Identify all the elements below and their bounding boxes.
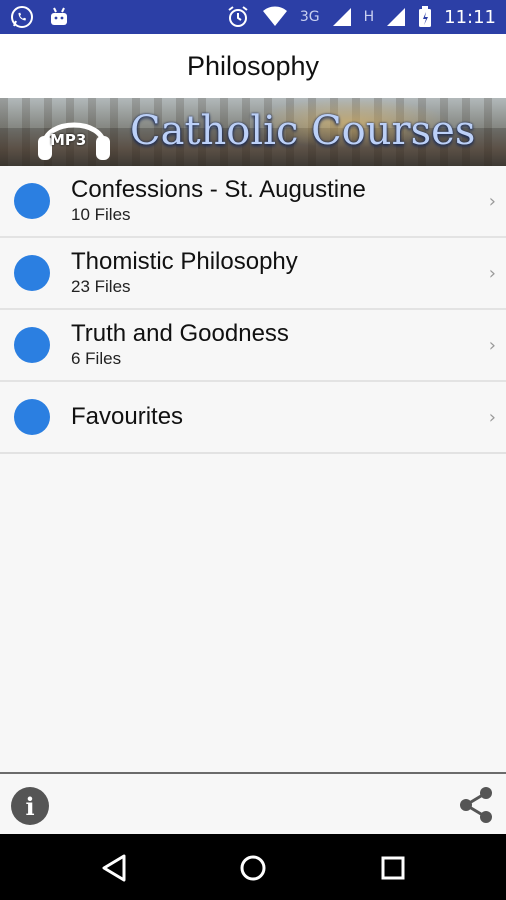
alarm-icon — [228, 6, 248, 27]
info-icon: i — [25, 791, 35, 821]
page-title: Philosophy — [186, 50, 320, 81]
banner-title: Catholic Courses — [130, 108, 476, 154]
back-icon[interactable] — [96, 850, 132, 886]
list-item-favourites[interactable]: Favourites › — [0, 382, 506, 454]
course-dot-icon — [14, 327, 50, 363]
app-header: Philosophy — [0, 34, 506, 98]
list-item-subtitle: 10 Files — [71, 205, 131, 224]
list-item-text: Thomistic Philosophy 23 Files — [71, 248, 298, 298]
system-nav-bar — [0, 834, 506, 900]
info-button[interactable]: i — [11, 787, 49, 825]
list-item-thomistic[interactable]: Thomistic Philosophy 23 Files › — [0, 238, 506, 310]
list-item-text: Confessions - St. Augustine 10 Files — [71, 176, 366, 226]
chevron-right-icon: › — [488, 334, 496, 356]
battery-icon — [419, 6, 432, 27]
list-item-title: Confessions - St. Augustine — [71, 176, 366, 203]
course-dot-icon — [14, 183, 50, 219]
home-icon[interactable] — [235, 850, 271, 886]
catholic-courses-banner: MP3 Catholic Courses — [0, 98, 506, 166]
recents-icon[interactable] — [375, 850, 411, 886]
mp3-badge: MP3 — [50, 131, 87, 149]
whatsapp-icon — [11, 6, 33, 28]
network-h-label: H — [363, 9, 375, 25]
android-icon — [51, 7, 67, 25]
list-item-subtitle: 23 Files — [71, 277, 131, 296]
chevron-right-icon: › — [488, 190, 496, 212]
course-list: Confessions - St. Augustine 10 Files › T… — [0, 166, 506, 772]
list-item-confessions[interactable]: Confessions - St. Augustine 10 Files › — [0, 166, 506, 238]
list-item-title: Favourites — [71, 403, 184, 430]
status-time: 11:11 — [444, 6, 496, 28]
chevron-right-icon: › — [488, 262, 496, 284]
signal-icon — [332, 8, 351, 26]
wifi-icon — [262, 6, 287, 26]
chevron-right-icon: › — [488, 406, 496, 428]
list-item-title: Truth and Goodness — [71, 320, 289, 347]
course-dot-icon — [14, 399, 50, 435]
list-item-subtitle: 6 Files — [71, 349, 122, 368]
list-item-title: Thomistic Philosophy — [71, 248, 298, 275]
network-3g-label: 3G — [299, 9, 320, 25]
share-icon[interactable] — [457, 785, 495, 825]
course-dot-icon — [14, 255, 50, 291]
list-item-text: Truth and Goodness 6 Files — [71, 320, 289, 370]
list-item-truth-goodness[interactable]: Truth and Goodness 6 Files › — [0, 310, 506, 382]
signal-icon-secondary — [387, 8, 406, 26]
status-bar: 3G H 11:11 — [0, 0, 506, 34]
bottom-toolbar: i — [0, 772, 506, 834]
list-item-text: Favourites — [71, 403, 183, 431]
